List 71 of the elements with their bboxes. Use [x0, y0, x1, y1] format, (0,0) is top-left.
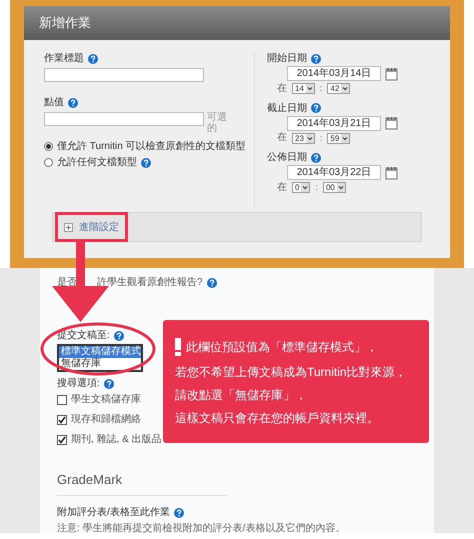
- caret-icon: [306, 84, 314, 94]
- callout-text: 請改點選「無儲存庫」，: [175, 388, 307, 402]
- check-icon: [58, 416, 66, 424]
- list-option[interactable]: 無儲存庫: [59, 358, 141, 370]
- list-option[interactable]: 標準文稿儲存模式: [59, 346, 141, 358]
- help-icon: [311, 103, 321, 113]
- radio-button[interactable]: [44, 158, 53, 167]
- calendar-icon: [385, 66, 398, 80]
- caret-icon: [341, 134, 350, 143]
- field-label: 公佈日期: [267, 151, 307, 164]
- note-text: 注意: 學生將能再提交前檢視附加的評分表/表格以及它們的內容。: [57, 522, 346, 535]
- help-icon: [104, 378, 114, 388]
- at-label: 在: [277, 82, 287, 95]
- checkbox-label: 學生文稿儲存庫: [71, 393, 141, 406]
- date-field[interactable]: 2014年03月14日: [287, 66, 381, 81]
- checkbox-label: 現存和歸檔網絡: [71, 413, 141, 426]
- at-label: 在: [277, 132, 287, 144]
- exclamation-icon: [175, 338, 181, 356]
- plus-icon: [64, 222, 73, 232]
- time-select[interactable]: 42: [327, 83, 350, 94]
- checkbox-label: 期刊, 雜誌, & 出版品: [71, 433, 162, 446]
- time-select[interactable]: 0: [292, 182, 310, 194]
- time-separator: :: [320, 132, 322, 144]
- help-icon: [311, 152, 321, 162]
- list-box[interactable]: 標準文稿儲存模式 無儲存庫: [57, 344, 143, 372]
- date-field[interactable]: 2014年03月21日: [287, 116, 381, 130]
- checkbox[interactable]: [57, 414, 67, 424]
- radio-label: 僅允許 Turnitin 可以檢查原創性的文檔類型: [57, 140, 246, 153]
- text-input[interactable]: [44, 68, 204, 82]
- text-input[interactable]: [44, 112, 204, 126]
- calendar-icon: [385, 116, 398, 130]
- time-select[interactable]: 00: [322, 182, 346, 194]
- question-text: 許學生觀看原創性報告?: [97, 276, 203, 289]
- time-separator: :: [315, 181, 318, 194]
- caret-icon: [301, 183, 310, 192]
- callout-text: 此欄位預設值為「標準儲存模式」，: [186, 340, 378, 354]
- radio-button[interactable]: [44, 142, 53, 151]
- radio-label: 允許任何文檔類型: [57, 156, 137, 169]
- date-field[interactable]: 2014年03月22日: [287, 165, 381, 180]
- help-icon: [174, 508, 184, 518]
- question-text: 是否: [57, 276, 77, 289]
- help-icon: [68, 98, 78, 108]
- time-select[interactable]: 14: [292, 83, 315, 94]
- caret-icon: [341, 84, 350, 94]
- at-label: 在: [277, 182, 287, 194]
- field-label: 附加評分表/表格至此作業: [57, 506, 170, 519]
- calendar-icon: [385, 166, 398, 180]
- time-select[interactable]: 59: [327, 132, 350, 144]
- field-label: 作業標題: [44, 52, 84, 65]
- section-heading: GradeMark: [57, 472, 122, 487]
- check-icon: [58, 436, 66, 444]
- help-icon: [141, 158, 151, 168]
- help-icon: [206, 278, 217, 288]
- field-label: 點值: [44, 96, 64, 109]
- field-label: 截止日期: [267, 102, 307, 114]
- caret-icon: [306, 134, 314, 143]
- checkbox[interactable]: [57, 394, 67, 404]
- time-select[interactable]: 23: [292, 132, 315, 144]
- checkbox[interactable]: [57, 434, 67, 444]
- help-icon: [88, 54, 98, 64]
- advanced-settings-link[interactable]: 進階設定: [55, 212, 128, 242]
- help-icon: [311, 54, 321, 64]
- callout-text: 這樣文稿只會存在您的帳戶資料夾裡。: [175, 411, 379, 425]
- time-separator: :: [320, 82, 322, 95]
- field-label: 搜尋選項:: [57, 377, 100, 390]
- dialog-title: 新增作業: [39, 14, 91, 32]
- help-icon: [114, 330, 124, 340]
- hint-text: 可選的: [207, 112, 228, 134]
- caret-icon: [336, 183, 345, 192]
- field-label: 開始日期: [267, 52, 307, 65]
- callout-text: 若您不希望上傳文稿成為Turnitin比對來源，: [175, 365, 407, 379]
